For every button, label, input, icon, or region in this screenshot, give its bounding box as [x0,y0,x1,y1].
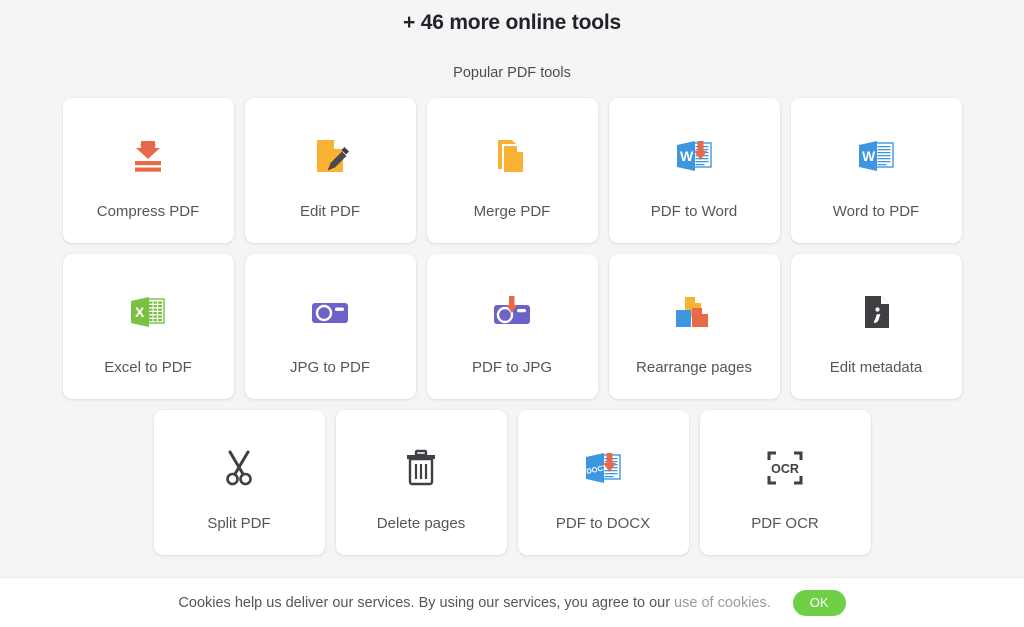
tool-card-pdf-ocr[interactable]: OCR PDF OCR [699,410,871,555]
excel-to-pdf-icon: X [116,284,180,340]
tool-label: PDF to Word [650,203,738,220]
svg-text:W: W [680,148,694,164]
tool-card-delete-pages[interactable]: Delete pages [335,410,507,555]
document-info-icon [844,284,908,340]
tool-label: Excel to PDF [104,359,192,376]
word-to-pdf-icon: W [844,128,908,184]
tool-label: Edit metadata [829,359,923,376]
tool-label: Merge PDF [473,203,551,220]
camera-download-icon [480,284,544,340]
compress-icon [116,128,180,184]
svg-text:W: W [862,148,876,164]
page-root: + 46 more online tools Popular PDF tools [0,0,1024,627]
tool-card-rearrange-pages[interactable]: Rearrange pages [608,254,780,399]
tool-card-compress-pdf[interactable]: Compress PDF [62,98,234,243]
cookie-policy-link[interactable]: use of cookies. [674,595,771,611]
tool-card-edit-metadata[interactable]: Edit metadata [790,254,962,399]
tools-grid: Compress PDF Edit PDF Merge PDF W PDF to… [0,98,1024,555]
edit-pdf-icon [298,128,362,184]
cookie-consent-bar: Cookies help us deliver our services. By… [0,577,1024,627]
scissors-icon [207,440,271,496]
cookie-accept-button[interactable]: OK [792,589,846,616]
tools-row: Split PDF Delete pages DOCX PDF to DOCX … [0,410,1024,555]
tool-card-pdf-to-word[interactable]: W PDF to Word [608,98,780,243]
tool-label: PDF OCR [751,515,819,532]
tool-label: Delete pages [376,515,466,532]
tool-card-merge-pdf[interactable]: Merge PDF [426,98,598,243]
tool-label: Word to PDF [832,203,920,220]
tool-card-edit-pdf[interactable]: Edit PDF [244,98,416,243]
tool-card-split-pdf[interactable]: Split PDF [153,410,325,555]
cookie-message: Cookies help us deliver our services. By… [178,594,671,611]
tools-row: Compress PDF Edit PDF Merge PDF W PDF to… [0,98,1024,243]
tool-label: PDF to JPG [471,359,553,376]
camera-icon [298,284,362,340]
pdf-to-docx-icon: DOCX [571,440,635,496]
pdf-to-word-icon: W [662,128,726,184]
ocr-icon: OCR [753,440,817,496]
svg-text:X: X [135,304,145,320]
tools-row: X Excel to PDF JPG to PDF PDF to JPG Rea… [0,254,1024,399]
tool-label: Rearrange pages [636,359,752,376]
merge-pdf-icon [480,128,544,184]
tool-card-pdf-to-jpg[interactable]: PDF to JPG [426,254,598,399]
trash-icon [389,440,453,496]
svg-text:OCR: OCR [771,462,799,476]
tool-label: Split PDF [207,515,271,532]
tool-card-word-to-pdf[interactable]: W Word to PDF [790,98,962,243]
page-title: + 46 more online tools [403,11,621,34]
tool-label: JPG to PDF [289,359,371,376]
tool-card-excel-to-pdf[interactable]: X Excel to PDF [62,254,234,399]
tool-label: Edit PDF [299,203,360,220]
tool-label: Compress PDF [96,203,200,220]
main-content: + 46 more online tools Popular PDF tools [0,0,1024,577]
tool-card-jpg-to-pdf[interactable]: JPG to PDF [244,254,416,399]
tool-label: PDF to DOCX [555,515,651,532]
tool-card-pdf-to-docx[interactable]: DOCX PDF to DOCX [517,410,689,555]
section-subtitle: Popular PDF tools [453,65,571,81]
rearrange-pages-icon [662,284,726,340]
